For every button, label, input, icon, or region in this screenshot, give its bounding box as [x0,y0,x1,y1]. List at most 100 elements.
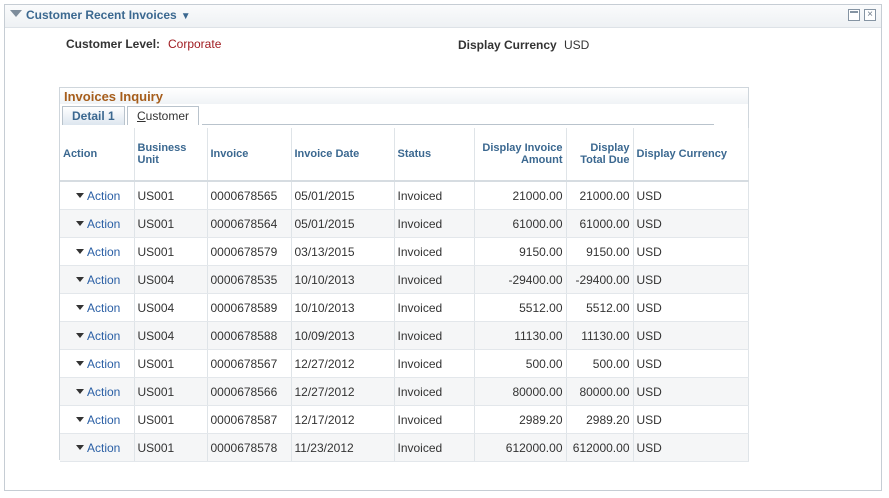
table-row: Action US001 0000678564 05/01/2015 Invoi… [60,209,749,238]
table-row: Action US001 0000678566 12/27/2012 Invoi… [60,377,749,406]
dropdown-arrow-icon [76,192,84,198]
status-cell: Invoiced [394,237,475,266]
business-unit-cell: US001 [134,237,208,266]
table-row: Action US001 0000678578 11/23/2012 Invoi… [60,433,749,462]
invoice-date-cell: 05/01/2015 [291,181,395,210]
currency-cell: USD [633,293,749,322]
grid-title-bar: Invoices Inquiry [60,88,748,104]
action-menu-link[interactable]: Action [76,217,120,231]
total-due-cell: 11130.00 [566,321,634,350]
business-unit-cell: US001 [134,209,208,238]
invoice-amount-cell: -29400.00 [474,265,567,294]
action-menu-link[interactable]: Action [76,441,120,455]
tab-detail-1[interactable]: Detail 1 [62,106,125,125]
table-row: Action US001 0000678565 05/01/2015 Invoi… [60,181,749,210]
business-unit-cell: US001 [134,349,208,378]
dropdown-arrow-icon [76,248,84,254]
table-row: Action US001 0000678587 12/17/2012 Invoi… [60,405,749,434]
action-label: Action [87,216,121,231]
table-body: Action US001 0000678565 05/01/2015 Invoi… [60,181,749,462]
col-header-invoice-date[interactable]: Invoice Date [291,128,395,182]
dropdown-arrow-icon [76,332,84,338]
invoice-cell: 0000678567 [207,349,292,378]
status-cell: Invoiced [394,433,475,462]
currency-cell: USD [633,433,749,462]
pagelet-title-menu[interactable]: Customer Recent Invoices ▼ [26,8,191,22]
action-label: Action [87,412,121,427]
action-menu-link[interactable]: Action [76,245,120,259]
col-header-display-invoice-amount[interactable]: Display Invoice Amount [474,128,567,182]
action-cell: Action [60,181,135,210]
action-cell: Action [60,405,135,434]
invoice-amount-cell: 612000.00 [474,433,567,462]
invoice-amount-cell: 61000.00 [474,209,567,238]
action-label: Action [87,272,121,287]
dropdown-arrow-icon: ▼ [180,11,191,22]
invoice-cell: 0000678535 [207,265,292,294]
action-menu-link[interactable]: Action [76,413,120,427]
invoice-cell: 0000678588 [207,321,292,350]
invoice-date-cell: 11/23/2012 [291,433,395,462]
tab-customer[interactable]: Customer [127,106,200,125]
display-currency-label: Display Currency [458,38,557,52]
maximize-icon[interactable] [848,9,860,21]
status-cell: Invoiced [394,349,475,378]
invoice-amount-cell: 9150.00 [474,237,567,266]
status-cell: Invoiced [394,405,475,434]
status-cell: Invoiced [394,265,475,294]
action-cell: Action [60,349,135,378]
action-menu-link[interactable]: Action [76,189,120,203]
business-unit-cell: US004 [134,265,208,294]
currency-cell: USD [633,349,749,378]
action-cell: Action [60,433,135,462]
total-due-cell: 5512.00 [566,293,634,322]
tab-customer-label-rest: ustomer [145,109,190,123]
invoice-amount-cell: 21000.00 [474,181,567,210]
total-due-cell: 9150.00 [566,237,634,266]
tab-divider [202,124,714,125]
table-header-row: Action Business Unit Invoice Invoice Dat… [60,128,749,182]
total-due-cell: 500.00 [566,349,634,378]
col-header-business-unit[interactable]: Business Unit [134,128,208,182]
invoice-date-cell: 03/13/2015 [291,237,395,266]
action-cell: Action [60,293,135,322]
col-header-display-total-due[interactable]: Display Total Due [566,128,634,182]
action-menu-link[interactable]: Action [76,357,120,371]
invoice-amount-cell: 5512.00 [474,293,567,322]
action-cell: Action [60,265,135,294]
action-menu-link[interactable]: Action [76,273,120,287]
col-header-status[interactable]: Status [394,128,475,182]
total-due-cell: 612000.00 [566,433,634,462]
currency-cell: USD [633,209,749,238]
invoices-table: Action Business Unit Invoice Invoice Dat… [60,128,749,462]
action-label: Action [87,244,121,259]
action-menu-link[interactable]: Action [76,301,120,315]
currency-cell: USD [633,265,749,294]
action-menu-link[interactable]: Action [76,329,120,343]
business-unit-cell: US001 [134,405,208,434]
customer-level-label: Customer Level: [66,37,161,51]
table-row: Action US004 0000678589 10/10/2013 Invoi… [60,293,749,322]
invoice-date-cell: 10/09/2013 [291,321,395,350]
action-label: Action [87,328,121,343]
invoice-amount-cell: 80000.00 [474,377,567,406]
pagelet-header: Customer Recent Invoices ▼ × [5,5,881,28]
action-cell: Action [60,209,135,238]
business-unit-cell: US001 [134,181,208,210]
business-unit-cell: US004 [134,321,208,350]
col-header-action[interactable]: Action [60,128,135,182]
invoice-cell: 0000678564 [207,209,292,238]
action-menu-link[interactable]: Action [76,385,120,399]
invoice-amount-cell: 500.00 [474,349,567,378]
close-icon[interactable]: × [864,9,876,21]
col-header-invoice[interactable]: Invoice [207,128,292,182]
invoice-date-cell: 12/27/2012 [291,377,395,406]
currency-cell: USD [633,237,749,266]
currency-cell: USD [633,181,749,210]
collapse-triangle-icon[interactable] [10,10,22,17]
col-header-display-currency[interactable]: Display Currency [633,128,749,182]
invoice-date-cell: 12/27/2012 [291,349,395,378]
invoice-date-cell: 10/10/2013 [291,293,395,322]
status-cell: Invoiced [394,293,475,322]
invoice-amount-cell: 11130.00 [474,321,567,350]
